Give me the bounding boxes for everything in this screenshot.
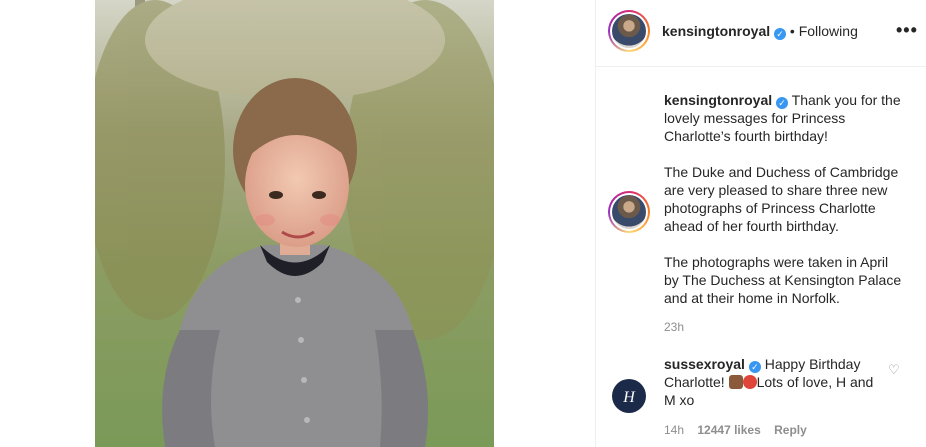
comment-meta: 14h 12447 likes Reply: [664, 423, 817, 437]
verified-icon: ✓: [774, 28, 787, 40]
caption-paragraph: The Duke and Duchess of Cambridge are ve…: [664, 164, 899, 234]
author-username[interactable]: kensingtonroyal: [662, 23, 770, 39]
post-side-panel: kensingtonroyal ✓ • Following ••• kensin…: [595, 0, 926, 447]
author-avatar[interactable]: [608, 10, 650, 52]
comment-timestamp[interactable]: 14h: [664, 423, 684, 437]
caption-paragraph: The photographs were taken in April by T…: [664, 254, 902, 306]
post-media-panel: [0, 0, 595, 447]
more-options-icon[interactable]: •••: [896, 20, 918, 41]
post-photo[interactable]: [95, 0, 494, 447]
following-status[interactable]: • Following: [790, 23, 858, 39]
comment-likes[interactable]: 12447 likes: [697, 423, 760, 437]
caption-author-username[interactable]: kensingtonroyal: [664, 92, 772, 108]
caption-author-avatar[interactable]: [608, 191, 650, 233]
post-caption: kensingtonroyal ✓ Thank you for the love…: [664, 91, 904, 325]
comment-reply-button[interactable]: Reply: [774, 423, 807, 437]
commenter-avatar[interactable]: H: [612, 379, 646, 413]
cake-emoji-icon: [728, 375, 743, 389]
post-header: kensingtonroyal ✓ • Following •••: [596, 0, 926, 67]
verified-icon: ✓: [748, 361, 761, 373]
balloon-emoji-icon: [742, 375, 757, 389]
post-timestamp[interactable]: 23h: [664, 320, 684, 334]
photo-illustration: [95, 0, 494, 447]
header-user-line: kensingtonroyal ✓ • Following: [662, 23, 858, 40]
commenter-username[interactable]: sussexroyal: [664, 356, 745, 372]
comment-text: sussexroyal ✓ Happy Birthday Charlotte! …: [664, 355, 874, 409]
comment-like-heart-icon[interactable]: ♡: [888, 362, 900, 378]
verified-icon: ✓: [776, 97, 789, 109]
